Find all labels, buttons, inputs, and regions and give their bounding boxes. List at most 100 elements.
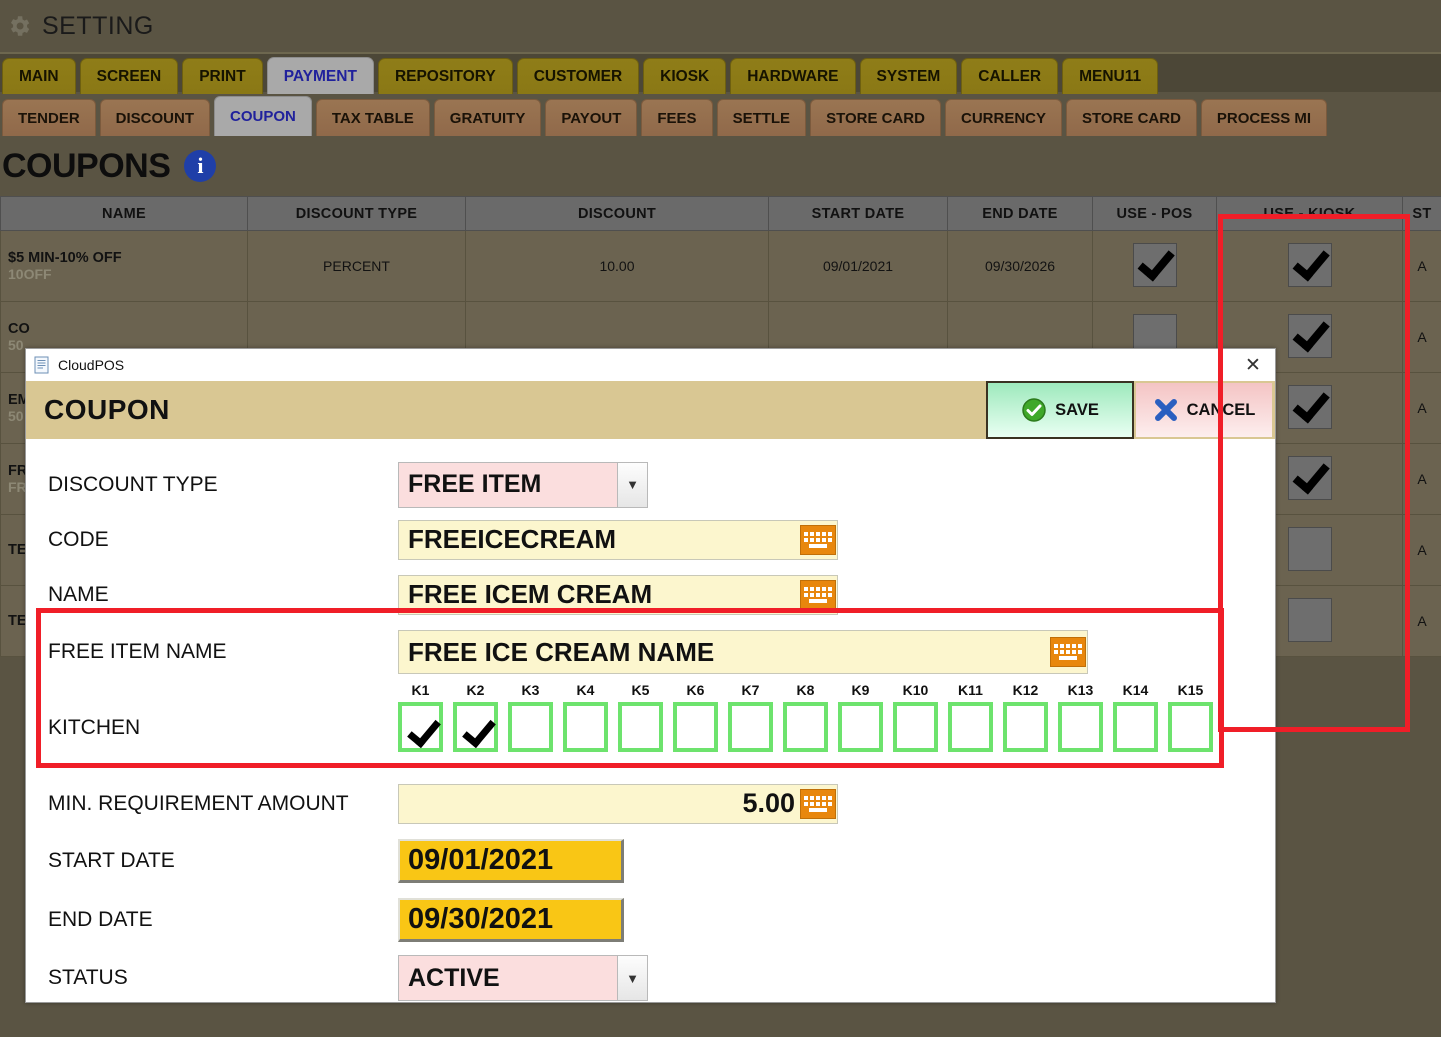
cell-use-kiosk[interactable]	[1216, 230, 1403, 302]
kitchen-checkbox-k2[interactable]	[453, 702, 498, 752]
name-input[interactable]: FREE ICEM CREAM	[398, 574, 838, 615]
kitchen-label-k14: K14	[1122, 682, 1149, 698]
field-free-item-name: FREE ITEM NAME FREE ICE CREAM NAME	[48, 622, 1275, 682]
subtab-discount-1[interactable]: DISCOUNT	[99, 99, 211, 136]
tab-caller[interactable]: CALLER	[961, 58, 1059, 94]
end-date-button[interactable]: 09/30/2021	[398, 897, 624, 942]
subtab-tax-table-3[interactable]: TAX TABLE	[315, 99, 430, 136]
kitchen-cell-k9: K9	[838, 682, 883, 752]
subtab-gratuity-4[interactable]: GRATUITY	[433, 99, 542, 136]
info-icon[interactable]: i	[184, 150, 217, 182]
subtab-tender-0[interactable]: TENDER	[2, 99, 96, 136]
code-input[interactable]: FREEICECREAM	[398, 519, 838, 560]
kitchen-checkbox-k1[interactable]	[398, 702, 443, 752]
kitchen-checkbox-k10[interactable]	[893, 702, 938, 752]
subtab-coupon-2[interactable]: COUPON	[214, 96, 312, 136]
dialog-header: COUPON SAVE CANCEL	[26, 381, 1275, 439]
checkbox-checked-icon[interactable]	[1132, 242, 1177, 287]
tab-kiosk[interactable]: KIOSK	[643, 58, 727, 94]
checkbox-checked-icon[interactable]	[1287, 455, 1332, 500]
min-requirement-input[interactable]: 5.00	[398, 783, 838, 824]
subtab-process-mi-11[interactable]: PROCESS MI	[1200, 99, 1328, 136]
kitchen-label-k13: K13	[1067, 682, 1094, 698]
subtab-store-card-10[interactable]: STORE CARD	[1066, 99, 1197, 136]
document-icon	[34, 356, 49, 374]
checkbox-unchecked-icon[interactable]	[1287, 526, 1332, 571]
kitchen-label-k11: K11	[958, 682, 983, 698]
kitchen-cell-k3: K3	[508, 682, 553, 752]
coupon-name: CO	[8, 321, 30, 337]
save-label: SAVE	[1055, 400, 1099, 419]
name-value: FREE ICEM CREAM	[408, 579, 653, 609]
keyboard-icon[interactable]	[800, 579, 836, 610]
save-button[interactable]: SAVE	[986, 381, 1134, 439]
column-header-discount: DISCOUNT	[465, 196, 769, 231]
setting-title: SETTING	[42, 11, 154, 40]
field-min-requirement: MIN. REQUIREMENT AMOUNT 5.00	[48, 776, 1275, 831]
tab-hardware[interactable]: HARDWARE	[730, 58, 856, 94]
kitchen-cell-k4: K4	[563, 682, 608, 752]
kitchen-cell-k13: K13	[1058, 682, 1103, 752]
kitchen-checkbox-k12[interactable]	[1003, 702, 1048, 752]
kitchen-checkbox-k13[interactable]	[1058, 702, 1103, 752]
start-date-button[interactable]: 09/01/2021	[398, 838, 624, 883]
tab-menu11[interactable]: MENU11	[1062, 58, 1159, 94]
subtab-settle-7[interactable]: SETTLE	[716, 99, 807, 136]
tab-main[interactable]: MAIN	[2, 58, 76, 94]
field-code: CODE FREEICECREAM	[48, 512, 1275, 567]
tab-payment[interactable]: PAYMENT	[266, 57, 374, 94]
kitchen-checkbox-group: K1 K2 K3 K4 K5 K6 K7 K8 K9 K10 K11 K12 K13 K14 K15	[398, 682, 1213, 752]
dialog-heading: COUPON	[44, 394, 170, 425]
keyboard-icon[interactable]	[800, 788, 836, 819]
kitchen-label-k10: K10	[902, 682, 929, 698]
tab-system[interactable]: SYSTEM	[859, 58, 958, 94]
kitchen-checkbox-k5[interactable]	[618, 702, 663, 752]
cell-use-pos[interactable]	[1092, 230, 1217, 302]
tab-screen[interactable]: SCREEN	[79, 58, 179, 94]
close-icon[interactable]: ✕	[1239, 354, 1267, 376]
tab-print[interactable]: PRINT	[182, 58, 263, 94]
free-item-name-value: FREE ICE CREAM NAME	[408, 636, 715, 667]
end-date-label: END DATE	[48, 907, 153, 931]
kitchen-checkbox-k3[interactable]	[508, 702, 553, 752]
kitchen-cell-k14: K14	[1113, 682, 1158, 752]
kitchen-checkbox-k9[interactable]	[838, 702, 883, 752]
column-header-discount-type: DISCOUNT TYPE	[247, 196, 466, 231]
coupon-code: 10OFF	[8, 266, 52, 282]
keyboard-icon[interactable]	[1050, 637, 1086, 667]
discount-type-label: DISCOUNT TYPE	[48, 472, 218, 496]
kitchen-cell-k12: K12	[1003, 682, 1048, 752]
kitchen-checkbox-k15[interactable]	[1168, 702, 1213, 752]
kitchen-cell-k11: K11	[948, 682, 993, 752]
discount-type-select[interactable]: FREE ITEM ▼	[398, 461, 648, 508]
status-select[interactable]: ACTIVE ▼	[398, 955, 648, 1001]
kitchen-checkbox-k14[interactable]	[1113, 702, 1158, 752]
cell-status: A	[1402, 443, 1441, 515]
kitchen-label-k3: K3	[521, 682, 540, 698]
keyboard-icon[interactable]	[800, 524, 836, 555]
kitchen-checkbox-k7[interactable]	[728, 702, 773, 752]
free-item-name-input[interactable]: FREE ICE CREAM NAME	[398, 630, 1088, 674]
status-label: STATUS	[48, 966, 128, 989]
table-row[interactable]: $5 MIN-10% OFF 10OFF PERCENT 10.00 09/01/202…	[0, 230, 1441, 302]
kitchen-checkbox-k8[interactable]	[783, 702, 828, 752]
checkbox-checked-icon[interactable]	[1287, 313, 1332, 358]
page-title: COUPONS	[2, 146, 171, 185]
checkbox-unchecked-icon[interactable]	[1287, 597, 1332, 642]
tab-customer[interactable]: CUSTOMER	[516, 58, 640, 94]
subtab-payout-5[interactable]: PAYOUT	[545, 99, 638, 136]
subtab-store-card-8[interactable]: STORE CARD	[810, 99, 941, 136]
tab-repository[interactable]: REPOSITORY	[377, 58, 513, 94]
kitchen-checkbox-k11[interactable]	[948, 702, 993, 752]
subtab-fees-6[interactable]: FEES	[641, 99, 713, 136]
field-status: STATUS ACTIVE ▼	[48, 949, 1275, 1007]
cancel-button[interactable]: CANCEL	[1134, 381, 1274, 439]
checkbox-checked-icon[interactable]	[1287, 242, 1332, 287]
kitchen-checkbox-k4[interactable]	[563, 702, 608, 752]
kitchen-cell-k1: K1	[398, 682, 443, 752]
field-start-date: START DATE 09/01/2021	[48, 831, 1275, 890]
kitchen-checkbox-k6[interactable]	[673, 702, 718, 752]
subtab-currency-9[interactable]: CURRENCY	[944, 99, 1062, 136]
coupon-form: DISCOUNT TYPE FREE ITEM ▼ CODE FREEICECR…	[26, 439, 1275, 1007]
checkbox-checked-icon[interactable]	[1287, 384, 1332, 429]
